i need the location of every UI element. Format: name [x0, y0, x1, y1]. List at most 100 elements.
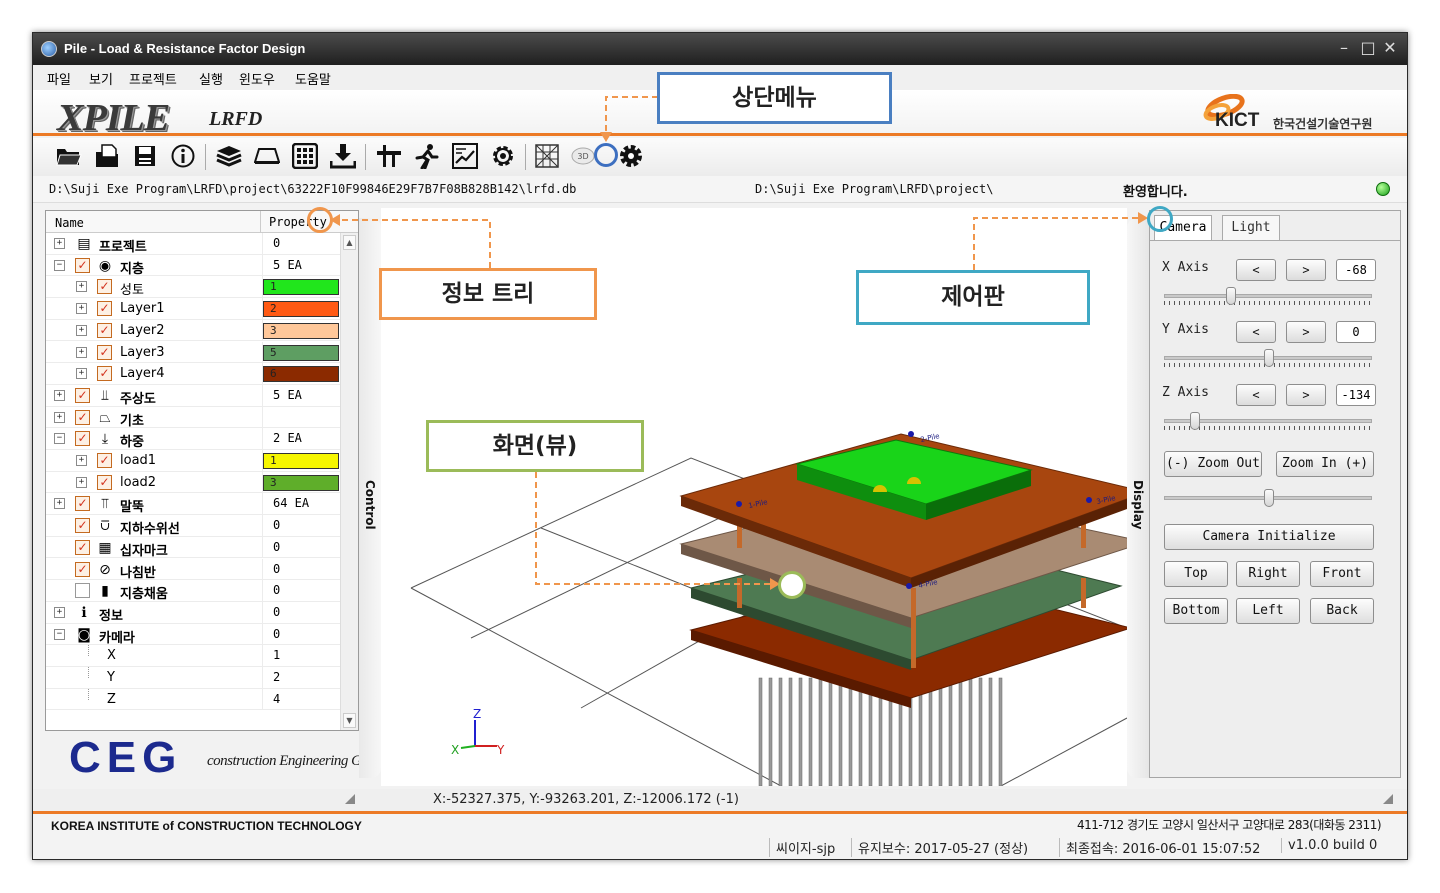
resize-grip-icon[interactable] — [1383, 794, 1393, 804]
visibility-checkbox[interactable]: ✓ — [97, 474, 112, 490]
tree-item-property[interactable]: 0 — [262, 515, 342, 537]
menu-help[interactable]: 도움말 — [295, 69, 331, 88]
tree-item-property[interactable]: 6 — [262, 363, 342, 385]
menu-window[interactable]: 윈도우 — [239, 69, 275, 88]
x-axis-increase-button[interactable]: > — [1286, 259, 1326, 281]
view-right-button[interactable]: Right — [1236, 561, 1300, 587]
expand-icon[interactable]: + — [76, 476, 87, 488]
mesh-icon[interactable] — [533, 142, 561, 170]
tree-row[interactable]: − ◙ 카메라 0 — [46, 623, 342, 646]
color-swatch[interactable]: 1 — [263, 453, 339, 469]
tree-item-property[interactable]: 5 EA — [262, 384, 342, 406]
y-axis-slider[interactable] — [1164, 349, 1372, 369]
expand-icon[interactable]: + — [76, 281, 87, 293]
y-axis-slider-thumb[interactable] — [1264, 349, 1274, 367]
info-icon[interactable] — [169, 142, 197, 170]
collapse-icon[interactable]: − — [54, 433, 65, 445]
tree-item-property[interactable]: 2 — [262, 667, 342, 688]
tree-item-property[interactable]: 1 — [262, 450, 342, 471]
x-axis-slider[interactable] — [1164, 287, 1372, 307]
tree-row[interactable]: ✓ ▦ 십자마크 0 — [46, 536, 342, 559]
z-axis-slider-thumb[interactable] — [1190, 412, 1200, 430]
tree-scrollbar[interactable]: ▲ ▼ — [340, 233, 358, 730]
y-axis-decrease-button[interactable]: < — [1236, 321, 1276, 343]
visibility-checkbox[interactable]: ✓ — [75, 583, 90, 599]
z-axis-decrease-button[interactable]: < — [1236, 384, 1276, 406]
color-swatch[interactable]: 5 — [263, 344, 339, 361]
save-icon[interactable] — [131, 142, 159, 170]
expand-icon[interactable]: + — [54, 498, 65, 510]
tree-row[interactable]: + ✓ load2 3 — [46, 471, 342, 494]
control-side-tab[interactable]: Control — [359, 218, 381, 778]
menu-file[interactable]: 파일 — [47, 69, 71, 88]
view-front-button[interactable]: Front — [1310, 561, 1374, 587]
visibility-checkbox[interactable]: ✓ — [75, 387, 90, 403]
expand-icon[interactable]: + — [76, 324, 87, 336]
open-file-icon[interactable] — [93, 142, 121, 170]
tree-row[interactable]: + ✓ Layer1 2 — [46, 298, 342, 320]
tree-row[interactable]: ✓ ⊘ 나침반 0 — [46, 558, 342, 581]
view-top-button[interactable]: Top — [1164, 561, 1228, 587]
tree-row[interactable]: + ℹ 정보 0 — [46, 601, 342, 624]
visibility-checkbox[interactable]: ✓ — [75, 561, 90, 577]
x-axis-decrease-button[interactable]: < — [1236, 259, 1276, 281]
color-swatch[interactable]: 6 — [263, 366, 339, 383]
3d-icon[interactable]: 3D — [569, 142, 597, 170]
close-button[interactable]: ✕ — [1381, 39, 1399, 57]
y-axis-increase-button[interactable]: > — [1286, 321, 1326, 343]
expand-icon[interactable]: + — [76, 368, 87, 380]
minimize-button[interactable]: – — [1335, 39, 1353, 57]
z-axis-slider[interactable] — [1164, 412, 1372, 432]
column-name-header[interactable]: Name — [55, 216, 84, 230]
tree-item-property[interactable]: 0 — [262, 623, 342, 645]
tree-row[interactable]: Z4 — [46, 688, 342, 711]
tree-row[interactable]: + ✓ Layer3 5 — [46, 341, 342, 364]
tree-item-property[interactable]: 5 — [262, 341, 342, 363]
load-icon[interactable] — [329, 142, 357, 170]
tree-item-property[interactable]: 0 — [262, 601, 342, 623]
tree-item-property[interactable]: 5 EA — [262, 254, 342, 276]
runner-icon[interactable] — [413, 142, 441, 170]
visibility-checkbox[interactable]: ✓ — [75, 257, 90, 273]
tree-row[interactable]: + ✓ Layer2 3 — [46, 319, 342, 342]
tree-row[interactable]: + ✓ ⫫ 주상도 5 EA — [46, 384, 342, 407]
view-left-button[interactable]: Left — [1236, 598, 1300, 624]
tree-row[interactable]: − ✓ ◉ 지층 5 EA — [46, 254, 342, 277]
scroll-up-icon[interactable]: ▲ — [343, 235, 356, 250]
tree-row[interactable]: + ✓ ⫪ 말뚝 64 EA — [46, 493, 342, 515]
menu-view[interactable]: 보기 — [89, 69, 113, 88]
tree-row[interactable]: ✓ ▮ 지층채움 0 — [46, 580, 342, 602]
tree-row[interactable]: Y2 — [46, 667, 342, 689]
tree-row[interactable]: + ✓ ⏢ 기초 — [46, 406, 342, 429]
tree-item-property[interactable]: 0 — [262, 558, 342, 580]
zoom-in-button[interactable]: Zoom In (+) — [1276, 451, 1374, 477]
y-axis-value[interactable]: 0 — [1336, 321, 1376, 343]
visibility-checkbox[interactable]: ✓ — [97, 366, 112, 382]
tab-light[interactable]: Light — [1222, 215, 1280, 241]
view-back-button[interactable]: Back — [1310, 598, 1374, 624]
expand-icon[interactable]: + — [76, 455, 87, 466]
visibility-checkbox[interactable]: ✓ — [97, 279, 112, 295]
tree-item-property[interactable]: 2 — [262, 298, 342, 320]
visibility-checkbox[interactable]: ✓ — [75, 518, 90, 534]
tree-item-property[interactable]: 4 — [262, 688, 342, 710]
settings-gear-icon[interactable] — [489, 142, 517, 170]
z-axis-increase-button[interactable]: > — [1286, 384, 1326, 406]
expand-icon[interactable]: + — [76, 346, 87, 358]
tree-item-property[interactable]: 2 EA — [262, 428, 342, 450]
camera-initialize-button[interactable]: Camera Initialize — [1164, 524, 1374, 550]
expand-icon[interactable]: + — [76, 303, 87, 315]
tree-row[interactable]: ✓ ⩂ 지하수위선 0 — [46, 515, 342, 537]
tree-item-property[interactable]: 64 EA — [262, 493, 342, 515]
foundation-icon[interactable] — [253, 142, 281, 170]
tree-item-property[interactable]: 0 — [262, 536, 342, 558]
expand-icon[interactable]: + — [54, 238, 65, 249]
tree-row[interactable]: + ✓ Layer4 6 — [46, 363, 342, 385]
tree-item-property[interactable]: 0 — [262, 233, 342, 254]
expand-icon[interactable]: + — [54, 389, 65, 401]
visibility-checkbox[interactable]: ✓ — [97, 453, 112, 468]
visibility-checkbox[interactable]: ✓ — [75, 409, 90, 425]
x-axis-slider-thumb[interactable] — [1226, 287, 1236, 305]
scroll-down-icon[interactable]: ▼ — [343, 713, 356, 728]
expand-icon[interactable]: + — [54, 411, 65, 423]
